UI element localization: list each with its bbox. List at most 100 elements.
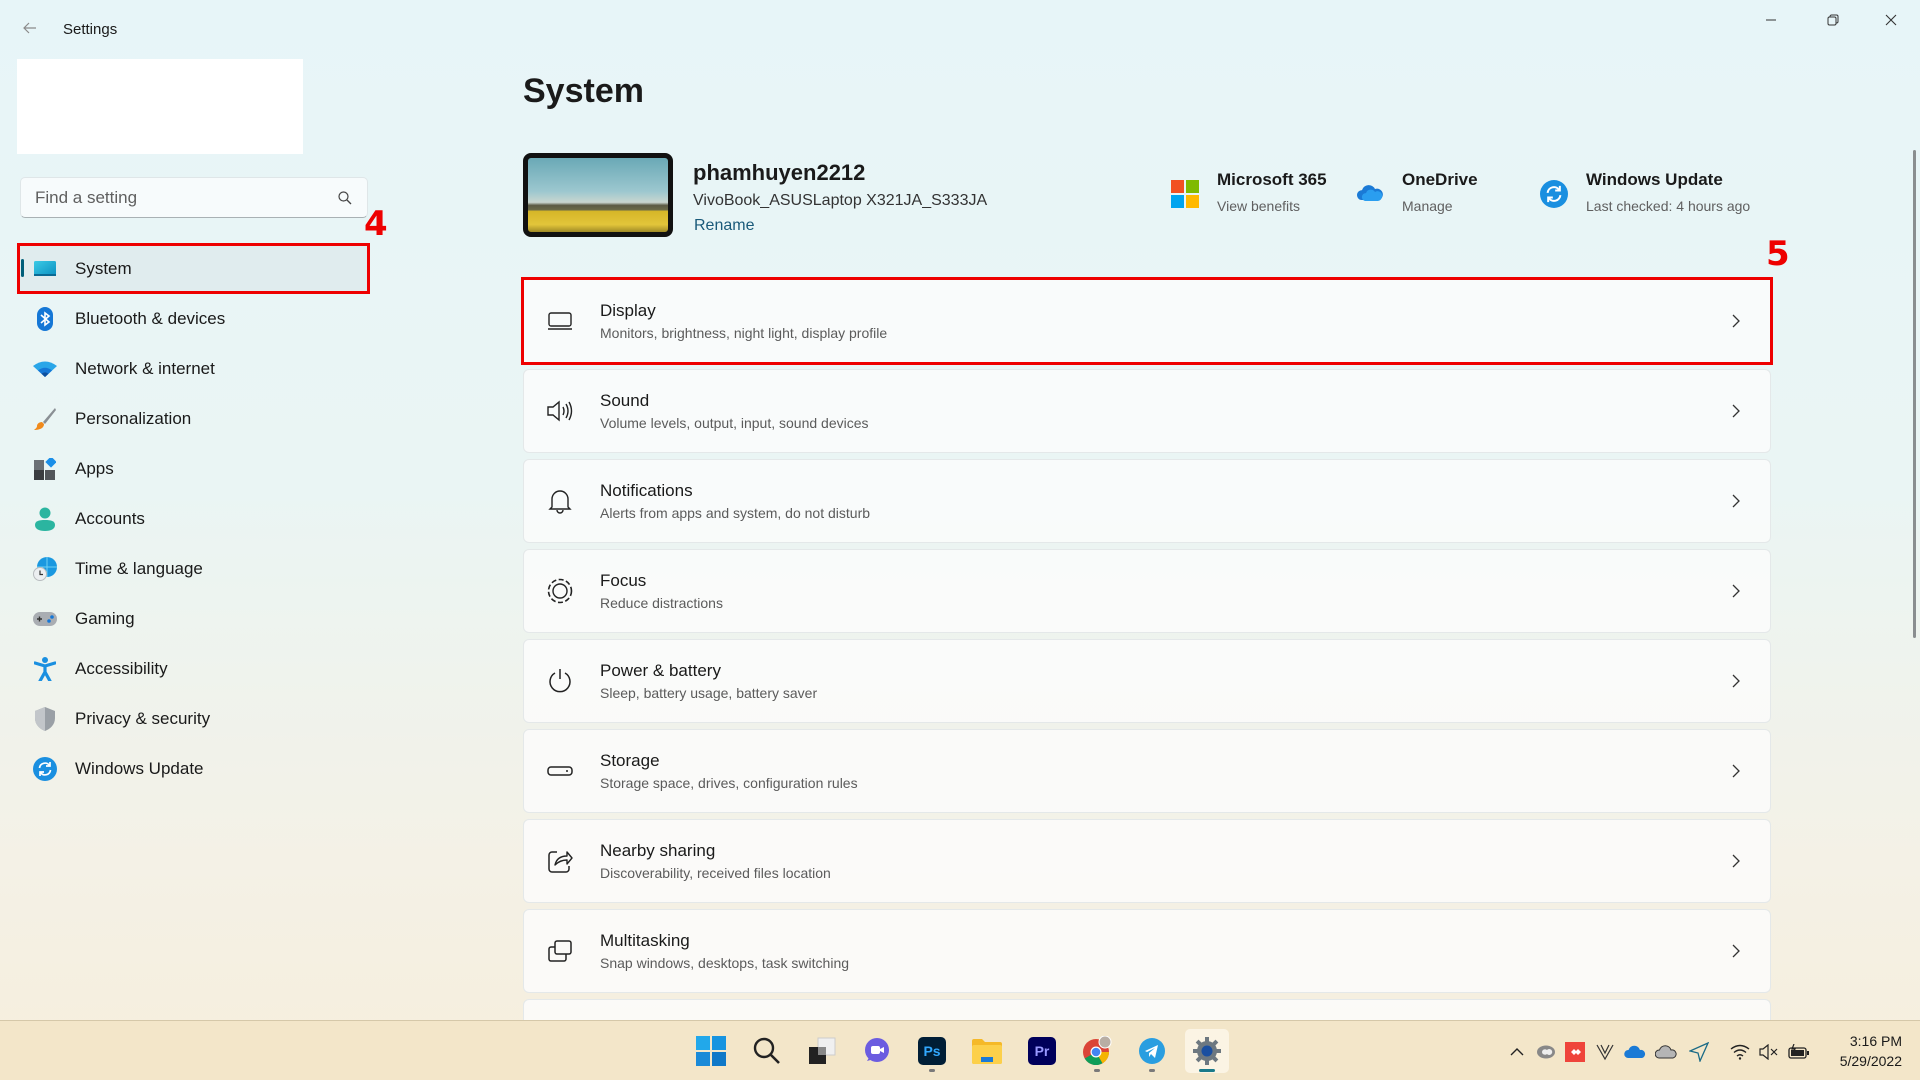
share-icon [546, 847, 574, 875]
display-icon [546, 307, 574, 335]
sidebar-item-windows-update[interactable]: Windows Update [19, 745, 368, 792]
gear-icon [1193, 1037, 1221, 1065]
taskbar-chrome-button[interactable] [1075, 1029, 1119, 1073]
quick-link-subtitle: Manage [1402, 198, 1453, 214]
running-indicator [929, 1069, 935, 1072]
wifi-icon [33, 357, 57, 381]
vpn-icon [1596, 1044, 1614, 1061]
sidebar-item-network[interactable]: Network & internet [19, 345, 368, 392]
card-nearby-sharing[interactable]: Nearby sharing Discoverability, received … [523, 819, 1771, 903]
tray-location[interactable] [1688, 1041, 1710, 1063]
sidebar-item-bluetooth[interactable]: Bluetooth & devices [19, 295, 368, 342]
tray-cloud[interactable] [1655, 1041, 1677, 1063]
gamepad-icon [33, 607, 57, 631]
card-subtitle: Volume levels, output, input, sound devi… [600, 415, 869, 431]
laptop-icon [33, 257, 57, 281]
running-indicator [1149, 1069, 1155, 1072]
search-icon[interactable] [337, 190, 353, 206]
wifi-icon [1730, 1044, 1750, 1060]
focus-icon [546, 577, 574, 605]
active-indicator [1199, 1069, 1215, 1072]
chevron-right-icon [1732, 494, 1740, 508]
tray-onedrive[interactable] [1624, 1041, 1646, 1063]
search-input[interactable] [35, 187, 337, 208]
chevron-right-icon [1732, 764, 1740, 778]
taskbar-telegram-button[interactable] [1130, 1029, 1174, 1073]
quick-link-title: OneDrive [1402, 170, 1478, 189]
telegram-icon [1139, 1038, 1165, 1064]
card-multitasking[interactable]: Multitasking Snap windows, desktops, task… [523, 909, 1771, 993]
account-profile-area[interactable] [17, 59, 303, 154]
taskbar-clock[interactable]: 3:16 PM 5/29/2022 [1832, 1031, 1902, 1071]
taskbar-premiere-button[interactable]: Pr [1020, 1029, 1064, 1073]
restore-icon [1827, 14, 1839, 26]
quick-link-windows-update[interactable]: Windows Update Last checked: 4 hours ago [1540, 170, 1750, 214]
taskbar-chat-button[interactable] [855, 1029, 899, 1073]
minimize-button[interactable] [1748, 4, 1794, 36]
sidebar-item-accounts[interactable]: Accounts [19, 495, 368, 542]
taskbar-file-explorer-button[interactable] [965, 1029, 1009, 1073]
bell-icon [546, 487, 574, 515]
sidebar-item-apps[interactable]: Apps [19, 445, 368, 492]
card-storage[interactable]: Storage Storage space, drives, configurat… [523, 729, 1771, 813]
restore-button[interactable] [1810, 4, 1856, 36]
storage-icon [546, 757, 574, 785]
windows-logo-icon [696, 1036, 726, 1066]
card-notifications[interactable]: Notifications Alerts from apps and system… [523, 459, 1771, 543]
quick-link-onedrive[interactable]: OneDrive Manage [1356, 170, 1478, 214]
task-view-icon [809, 1037, 836, 1064]
sidebar-item-system[interactable]: System [17, 243, 370, 294]
card-subtitle: Sleep, battery usage, battery saver [600, 685, 818, 701]
close-button[interactable] [1868, 4, 1914, 36]
sidebar-item-accessibility[interactable]: Accessibility [19, 645, 368, 692]
apps-icon [33, 457, 57, 481]
scrollbar[interactable] [1913, 150, 1916, 638]
tray-anydesk[interactable] [1564, 1041, 1586, 1063]
sidebar-item-label: Privacy & security [75, 708, 211, 728]
volume-muted-icon [1759, 1044, 1778, 1060]
sidebar-nav: System Bluetooth & devices Network & int… [17, 243, 370, 795]
card-power-battery[interactable]: Power & battery Sleep, battery usage, bat… [523, 639, 1771, 723]
tray-creative-cloud[interactable] [1535, 1041, 1557, 1063]
onedrive-icon [1624, 1045, 1646, 1058]
running-indicator [1094, 1069, 1100, 1072]
annotation-step-5: 5 [1766, 234, 1790, 274]
card-subtitle: Monitors, brightness, night light, displ… [600, 325, 888, 341]
sidebar-item-personalization[interactable]: Personalization [19, 395, 368, 442]
sidebar-item-gaming[interactable]: Gaming [19, 595, 368, 642]
rename-link[interactable]: Rename [694, 217, 754, 235]
chevron-right-icon [1732, 404, 1740, 418]
search-icon [753, 1037, 780, 1064]
update-icon [33, 756, 57, 781]
device-name: phamhuyen2212 [693, 160, 866, 185]
tray-battery[interactable] [1788, 1041, 1810, 1063]
chat-icon [865, 1038, 889, 1062]
tray-vpn[interactable] [1594, 1041, 1616, 1063]
taskbar-settings-button[interactable] [1185, 1029, 1229, 1073]
shield-icon [33, 706, 57, 731]
search-field[interactable] [20, 177, 368, 218]
tray-show-hidden-icons[interactable] [1506, 1041, 1528, 1063]
card-sound[interactable]: Sound Volume levels, output, input, sound… [523, 369, 1771, 453]
sidebar-item-label: Accounts [75, 508, 145, 528]
battery-charging-icon [1788, 1044, 1809, 1059]
minimize-icon [1766, 19, 1776, 21]
card-focus[interactable]: Focus Reduce distractions [523, 549, 1771, 633]
tray-volume[interactable] [1758, 1041, 1780, 1063]
taskbar-start-button[interactable] [689, 1029, 733, 1073]
quick-link-title: Microsoft 365 [1217, 170, 1327, 189]
back-button[interactable] [18, 16, 42, 44]
sidebar-item-label: System [75, 258, 132, 278]
multitask-icon [546, 937, 574, 965]
quick-link-microsoft-365[interactable]: Microsoft 365 View benefits [1171, 170, 1327, 214]
sidebar-item-privacy-security[interactable]: Privacy & security [19, 695, 368, 742]
chevron-right-icon [1732, 314, 1740, 328]
update-icon [1540, 180, 1568, 208]
chevron-right-icon [1732, 674, 1740, 688]
sidebar-item-time-language[interactable]: Time & language [19, 545, 368, 592]
card-display[interactable]: Display Monitors, brightness, night light… [521, 277, 1773, 365]
taskbar-photoshop-button[interactable]: Ps [910, 1029, 954, 1073]
taskbar-task-view-button[interactable] [800, 1029, 844, 1073]
taskbar-search-button[interactable] [745, 1029, 789, 1073]
tray-network[interactable] [1729, 1041, 1751, 1063]
